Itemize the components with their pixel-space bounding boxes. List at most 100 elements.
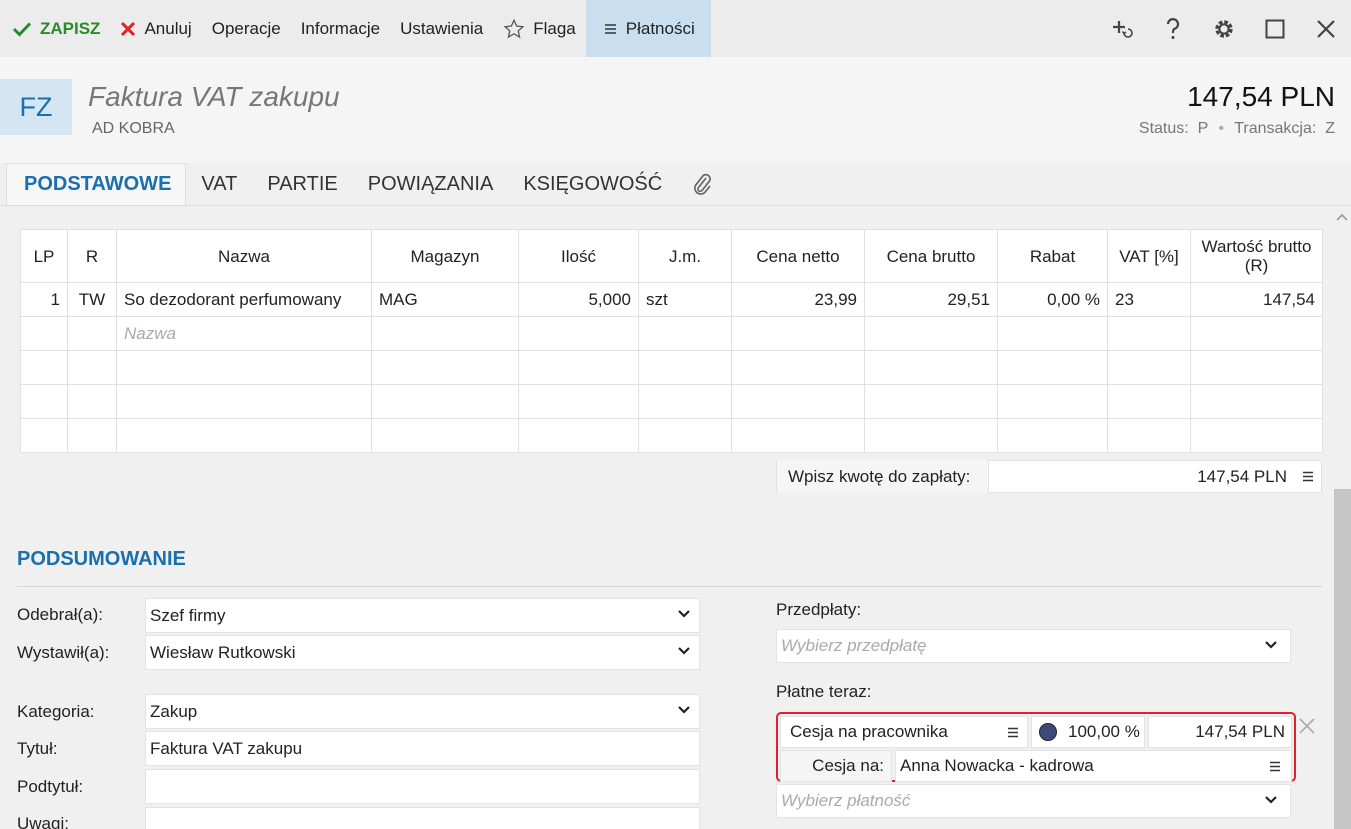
cell-empty[interactable] xyxy=(116,384,372,419)
cell-empty[interactable] xyxy=(1107,350,1191,385)
cell-empty[interactable] xyxy=(371,418,519,453)
cell-warehouse[interactable]: MAG xyxy=(371,282,519,317)
cell-empty[interactable] xyxy=(1107,316,1191,351)
scrollbar-thumb[interactable] xyxy=(1334,489,1351,829)
cell-empty[interactable] xyxy=(638,418,732,453)
cell-empty[interactable] xyxy=(638,316,732,351)
close-window-button[interactable] xyxy=(1300,0,1351,57)
cell-empty[interactable] xyxy=(67,316,117,351)
cell-discount[interactable]: 0,00 % xyxy=(997,282,1108,317)
flag-button[interactable]: Flaga xyxy=(493,0,586,57)
amount-to-pay-input[interactable]: 147,54 PLN xyxy=(989,467,1295,487)
col-gross-price[interactable]: Cena brutto xyxy=(864,229,998,283)
cell-empty[interactable] xyxy=(20,350,68,385)
cell-empty[interactable] xyxy=(731,316,865,351)
col-r[interactable]: R xyxy=(67,229,117,283)
col-name[interactable]: Nazwa xyxy=(116,229,372,283)
remove-payment-icon[interactable] xyxy=(1298,717,1316,735)
col-discount[interactable]: Rabat xyxy=(997,229,1108,283)
col-vat[interactable]: VAT [%] xyxy=(1107,229,1191,283)
cell-empty[interactable] xyxy=(731,418,865,453)
scroll-up-arrow-icon[interactable] xyxy=(1335,212,1349,222)
cell-empty[interactable] xyxy=(518,384,639,419)
cell-empty[interactable] xyxy=(1190,418,1323,453)
cell-empty[interactable] xyxy=(1190,350,1323,385)
col-net-price[interactable]: Cena netto xyxy=(731,229,865,283)
cell-empty[interactable] xyxy=(731,384,865,419)
cell-empty[interactable] xyxy=(116,350,372,385)
cell-r[interactable]: TW xyxy=(67,282,117,317)
cell-net-price[interactable]: 23,99 xyxy=(731,282,865,317)
cell-empty[interactable] xyxy=(67,418,117,453)
cancel-button[interactable]: Anuluj xyxy=(110,0,201,57)
cell-empty[interactable] xyxy=(731,350,865,385)
table-row[interactable] xyxy=(20,350,1323,385)
cell-empty[interactable] xyxy=(1107,384,1191,419)
cell-empty[interactable] xyxy=(1190,384,1323,419)
cell-qty[interactable]: 5,000 xyxy=(518,282,639,317)
cell-name[interactable]: So dezodorant perfumowany xyxy=(116,282,372,317)
received-by-select[interactable]: Szef firmy xyxy=(145,598,700,633)
table-row[interactable] xyxy=(20,418,1323,453)
col-total[interactable]: Wartość brutto (R) xyxy=(1190,229,1323,283)
cell-empty[interactable] xyxy=(638,350,732,385)
title-input[interactable]: Faktura VAT zakupu xyxy=(145,731,700,766)
cell-empty[interactable] xyxy=(518,350,639,385)
cell-empty[interactable] xyxy=(864,350,998,385)
cell-empty[interactable] xyxy=(20,316,68,351)
category-select[interactable]: Zakup xyxy=(145,694,700,729)
col-qty[interactable]: Ilość xyxy=(518,229,639,283)
cell-total[interactable]: 147,54 xyxy=(1190,282,1323,317)
col-unit[interactable]: J.m. xyxy=(638,229,732,283)
cell-empty[interactable] xyxy=(20,384,68,419)
cell-empty[interactable] xyxy=(864,384,998,419)
cell-empty[interactable] xyxy=(864,316,998,351)
save-button[interactable]: ZAPISZ xyxy=(0,0,110,57)
cell-empty[interactable] xyxy=(116,418,372,453)
tab-podstawowe[interactable]: PODSTAWOWE xyxy=(6,163,187,205)
cell-empty[interactable] xyxy=(371,350,519,385)
cell-name-placeholder[interactable]: Nazwa xyxy=(116,316,372,351)
cell-empty[interactable] xyxy=(864,418,998,453)
information-menu[interactable]: Informacje xyxy=(291,0,390,57)
cell-empty[interactable] xyxy=(997,418,1108,453)
cell-empty[interactable] xyxy=(67,384,117,419)
cell-vat[interactable]: 23 xyxy=(1107,282,1191,317)
table-row[interactable]: Nazwa xyxy=(20,316,1323,351)
gear-button[interactable] xyxy=(1198,0,1249,57)
cell-lp[interactable]: 1 xyxy=(20,282,68,317)
tab-vat[interactable]: VAT xyxy=(186,163,252,205)
subtitle-input[interactable] xyxy=(145,769,700,804)
cell-empty[interactable] xyxy=(371,384,519,419)
cell-empty[interactable] xyxy=(67,350,117,385)
add-refresh-button[interactable] xyxy=(1096,0,1147,57)
prepayments-select[interactable]: Wybierz przedpłatę xyxy=(776,629,1291,663)
payments-button[interactable]: Płatności xyxy=(585,0,711,57)
payment-percent-field[interactable]: 100,00 % xyxy=(1031,716,1145,748)
tab-partie[interactable]: PARTIE xyxy=(252,163,352,205)
help-button[interactable] xyxy=(1147,0,1198,57)
payment-method-select[interactable]: Cesja na pracownika xyxy=(780,716,1028,748)
cell-empty[interactable] xyxy=(1107,418,1191,453)
notes-input[interactable] xyxy=(145,807,700,829)
col-lp[interactable]: LP xyxy=(20,229,68,283)
settings-menu[interactable]: Ustawienia xyxy=(390,0,493,57)
payment-amount-field[interactable]: 147,54 PLN xyxy=(1148,716,1292,748)
cell-empty[interactable] xyxy=(638,384,732,419)
cell-empty[interactable] xyxy=(518,316,639,351)
cell-empty[interactable] xyxy=(371,316,519,351)
amount-menu-button[interactable] xyxy=(1295,471,1321,482)
table-row[interactable] xyxy=(20,384,1323,419)
operations-menu[interactable]: Operacje xyxy=(202,0,291,57)
choose-payment-select[interactable]: Wybierz płatność xyxy=(776,784,1291,818)
cell-empty[interactable] xyxy=(20,418,68,453)
issued-by-select[interactable]: Wiesław Rutkowski xyxy=(145,635,700,670)
cell-gross-price[interactable]: 29,51 xyxy=(864,282,998,317)
cell-empty[interactable] xyxy=(997,384,1108,419)
col-warehouse[interactable]: Magazyn xyxy=(371,229,519,283)
cession-select[interactable]: Anna Nowacka - kadrowa xyxy=(895,750,1292,782)
attachments-tab[interactable] xyxy=(677,163,727,205)
tab-ksiegowosc[interactable]: KSIĘGOWOŚĆ xyxy=(508,163,677,205)
maximize-button[interactable] xyxy=(1249,0,1300,57)
cell-empty[interactable] xyxy=(997,316,1108,351)
